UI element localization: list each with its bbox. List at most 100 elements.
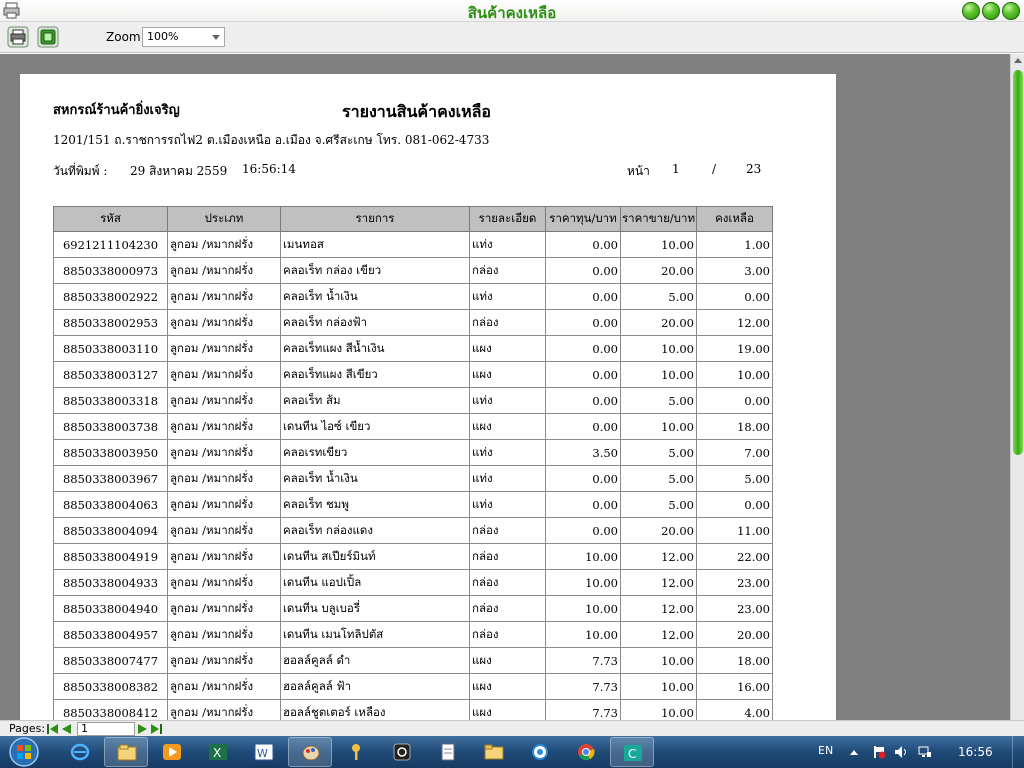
sale-price: 5.00 [620, 439, 697, 466]
taskbar-excel[interactable]: X [196, 737, 240, 767]
minimize-button[interactable] [962, 2, 980, 20]
item-unit: แท่ง [469, 439, 546, 466]
language-indicator[interactable]: EN [818, 744, 833, 757]
table-row: 8850338008382 ลูกอม /หมากฝรั่ง ฮอลล์คูลล์ … [53, 673, 773, 700]
notepad-icon [441, 743, 455, 761]
table-row: 8850338003950 ลูกอม /หมากฝรั่ง คลอเรทเขียว… [53, 439, 773, 466]
stock-remaining: 5.00 [696, 465, 773, 492]
item-category: ลูกอม /หมากฝรั่ง [167, 647, 281, 674]
item-name: คลอเร็ท น้ำเงิน [280, 465, 470, 492]
stock-remaining: 10.00 [696, 361, 773, 388]
page-total: 23 [746, 162, 762, 176]
taskbar-report-app[interactable]: C [610, 737, 654, 767]
taskbar-media-player[interactable] [150, 737, 194, 767]
export-icon[interactable] [37, 26, 59, 48]
stock-remaining: 18.00 [696, 413, 773, 440]
report-page: สหกรณ์ร้านค้ายิ่งเจริญ รายงานสินค้าคงเหล… [20, 74, 836, 720]
taskbar-word[interactable]: W [242, 737, 286, 767]
sale-price: 10.00 [620, 647, 697, 674]
taskbar-folder[interactable] [472, 737, 516, 767]
vertical-scrollbar[interactable] [1010, 54, 1024, 720]
zoom-select[interactable]: 100% [142, 27, 225, 47]
table-row: 8850338004063 ลูกอม /หมากฝรั่ง คลอเร็ท ชมพ… [53, 491, 773, 518]
company-name: สหกรณ์ร้านค้ายิ่งเจริญ [53, 103, 180, 118]
scrollbar-thumb[interactable] [1013, 70, 1023, 455]
taskbar-notepad[interactable] [426, 737, 470, 767]
item-unit: แผง [469, 413, 546, 440]
clock[interactable]: 16:56 [958, 745, 993, 759]
scroll-up-icon[interactable] [1014, 58, 1022, 63]
sale-price: 10.00 [620, 413, 697, 440]
item-unit: กล่อง [469, 517, 546, 544]
table-row: 8850338008412 ลูกอม /หมากฝรั่ง ฮอลล์ชูตเตอ… [53, 699, 773, 720]
next-page-icon[interactable] [137, 723, 148, 735]
stock-remaining: 7.00 [696, 439, 773, 466]
item-name: คลอเร็ทแผง สีเขียว [280, 361, 470, 388]
network-icon[interactable] [918, 745, 932, 759]
close-button[interactable] [1002, 2, 1020, 20]
cost-price: 0.00 [545, 361, 621, 388]
table-row: 8850338003127 ลูกอม /หมากฝรั่ง คลอเร็ทแผง … [53, 361, 773, 388]
stock-remaining: 11.00 [696, 517, 773, 544]
item-code: 8850338004094 [53, 517, 168, 544]
sale-price: 5.00 [620, 283, 697, 310]
last-page-icon[interactable] [151, 723, 162, 735]
item-category: ลูกอม /หมากฝรั่ง [167, 387, 281, 414]
stock-remaining: 23.00 [696, 595, 773, 622]
item-code: 8850338003318 [53, 387, 168, 414]
item-category: ลูกอม /หมากฝรั่ง [167, 569, 281, 596]
item-name: คลอเรทเขียว [280, 439, 470, 466]
print-icon[interactable] [7, 26, 29, 48]
table-row: 8850338003110 ลูกอม /หมากฝรั่ง คลอเร็ทแผง … [53, 335, 773, 362]
page-number-input[interactable]: 1 [77, 722, 135, 736]
action-center-flag-icon[interactable] [872, 745, 886, 759]
taskbar-ie[interactable] [58, 737, 102, 767]
maximize-button[interactable] [982, 2, 1000, 20]
sale-price: 10.00 [620, 361, 697, 388]
show-desktop-button[interactable] [1012, 736, 1024, 768]
item-name: คลอเร็ท กล่องฟ้า [280, 309, 470, 336]
stock-remaining: 19.00 [696, 335, 773, 362]
stock-remaining: 3.00 [696, 257, 773, 284]
previous-page-icon[interactable] [61, 723, 72, 735]
cost-price: 3.50 [545, 439, 621, 466]
item-unit: แผง [469, 699, 546, 720]
taskbar-key-app[interactable] [334, 737, 378, 767]
item-category: ลูกอม /หมากฝรั่ง [167, 361, 281, 388]
item-code: 8850338008412 [53, 699, 168, 720]
item-code: 8850338002953 [53, 309, 168, 336]
cost-price: 0.00 [545, 309, 621, 336]
item-category: ลูกอม /หมากฝรั่ง [167, 283, 281, 310]
table-row: 8850338004933 ลูกอม /หมากฝรั่ง เดนทีน แอปเ… [53, 569, 773, 596]
page-number: 1 [672, 162, 680, 176]
item-category: ลูกอม /หมากฝรั่ง [167, 543, 281, 570]
sale-price: 10.00 [620, 673, 697, 700]
taskbar-messenger[interactable] [518, 737, 562, 767]
table-row: 8850338004957 ลูกอม /หมากฝรั่ง เดนทีน เมนโ… [53, 621, 773, 648]
item-unit: แผง [469, 647, 546, 674]
print-date-label: วันที่พิมพ์ : [53, 164, 108, 178]
item-category: ลูกอม /หมากฝรั่ง [167, 517, 281, 544]
item-code: 8850338003110 [53, 335, 168, 362]
first-page-icon[interactable] [47, 723, 58, 735]
report-viewer[interactable]: สหกรณ์ร้านค้ายิ่งเจริญ รายงานสินค้าคงเหล… [0, 54, 1010, 720]
taskbar-chrome[interactable] [564, 737, 608, 767]
sale-price: 12.00 [620, 621, 697, 648]
taskbar-app-active[interactable] [288, 737, 332, 767]
taskbar-explorer-windows[interactable] [104, 737, 148, 767]
stock-remaining: 0.00 [696, 491, 773, 518]
sale-price: 20.00 [620, 257, 697, 284]
table-row: 8850338000973 ลูกอม /หมากฝรั่ง คลอเร็ท กล่… [53, 257, 773, 284]
stock-remaining: 16.00 [696, 673, 773, 700]
cost-price: 0.00 [545, 387, 621, 414]
item-code: 8850338004957 [53, 621, 168, 648]
item-code: 6921211104230 [53, 231, 168, 258]
start-button-icon[interactable] [6, 736, 42, 768]
taskbar-camera-app[interactable] [380, 737, 424, 767]
title-bar[interactable]: สินค้าคงเหลือ [0, 0, 1024, 22]
item-name: คลอเร็ท ชมพู [280, 491, 470, 518]
show-hidden-icons-icon[interactable] [850, 750, 858, 755]
item-unit: แท่ง [469, 231, 546, 258]
item-category: ลูกอม /หมากฝรั่ง [167, 595, 281, 622]
volume-icon[interactable] [894, 745, 908, 759]
